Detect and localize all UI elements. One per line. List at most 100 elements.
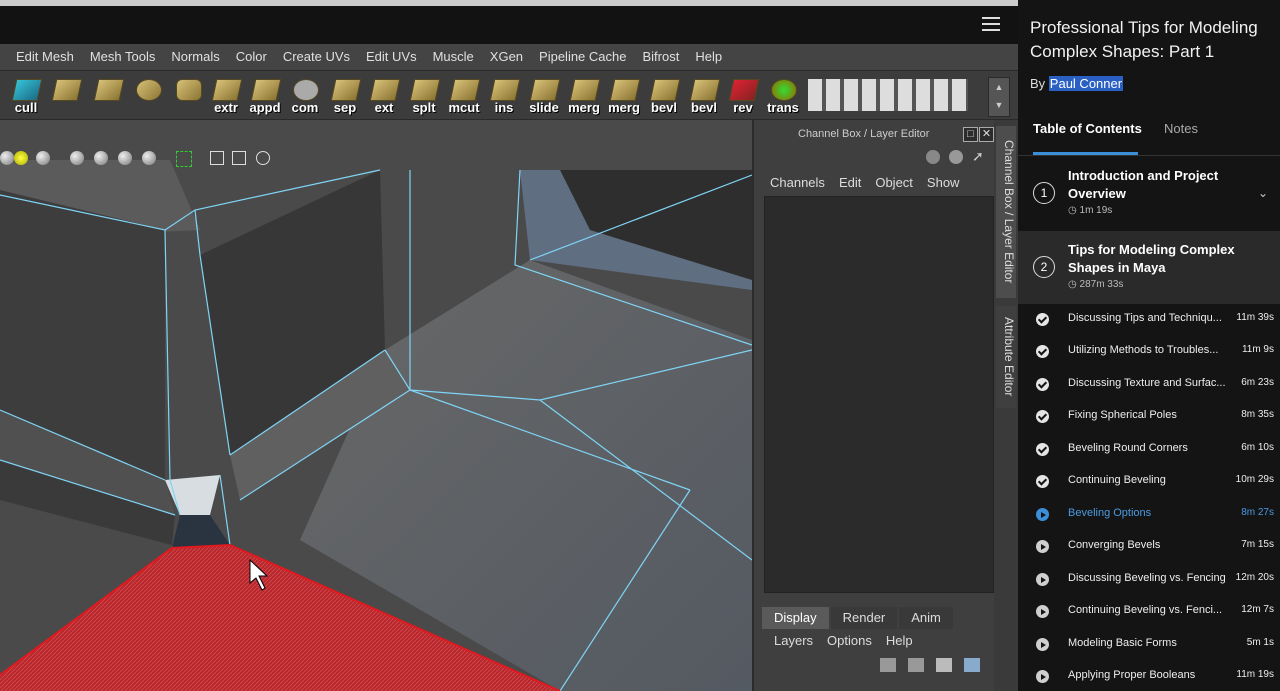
menu-help[interactable]: Help (695, 49, 722, 64)
clip-item[interactable]: Utilizing Methods to Troubles... 11m 9s (1018, 337, 1280, 369)
menu-create-uvs[interactable]: Create UVs (283, 49, 350, 64)
float-icon[interactable]: □ (963, 127, 978, 142)
shelf-tool-bevl[interactable]: bevl (646, 75, 682, 115)
menu-edit-uvs[interactable]: Edit UVs (366, 49, 417, 64)
clip-item[interactable]: Discussing Beveling vs. Fencing 12m 20s (1018, 565, 1280, 597)
clip-item[interactable]: Converging Bevels 7m 15s (1018, 532, 1280, 564)
menu-pipeline-cache[interactable]: Pipeline Cache (539, 49, 626, 64)
transfer-icon (771, 79, 797, 101)
shelf-tool-cull[interactable]: cull (8, 75, 44, 115)
share-icon[interactable] (256, 151, 270, 165)
clip-item[interactable]: Discussing Tips and Techniqu... 11m 39s (1018, 305, 1280, 337)
shelf-tool-plane[interactable] (48, 75, 84, 115)
module-1[interactable]: 1 Introduction and Project Overview ◷ 1m… (1018, 158, 1280, 230)
menu-object[interactable]: Object (875, 175, 913, 190)
check-icon (1036, 410, 1049, 423)
video-player[interactable]: Edit Mesh Mesh Tools Normals Color Creat… (0, 0, 1018, 691)
shelf-tool-appd[interactable]: appd (247, 75, 283, 115)
tab-channel-box[interactable]: Channel Box / Layer Editor (996, 126, 1016, 298)
shelf-tool-ext[interactable]: ext (366, 75, 402, 115)
clip-item[interactable]: Beveling Round Corners 6m 10s (1018, 435, 1280, 467)
aa-icon[interactable] (142, 151, 156, 165)
clip-item[interactable]: Continuing Beveling vs. Fenci... 12m 7s (1018, 597, 1280, 629)
clip-item-current[interactable]: Beveling Options 8m 27s (1018, 500, 1280, 532)
new-layer-selected-icon[interactable] (964, 658, 980, 672)
shelf-tool-cube[interactable] (90, 75, 126, 115)
menu-layer-help[interactable]: Help (886, 633, 913, 648)
module-number: 2 (1033, 256, 1055, 278)
shading-icon[interactable] (0, 151, 14, 165)
menu-icon[interactable] (982, 17, 1000, 33)
menu-show[interactable]: Show (927, 175, 960, 190)
xray-icon[interactable] (210, 151, 224, 165)
shelf-scroll[interactable]: ▲ ▼ (988, 77, 1010, 117)
shadow-icon[interactable] (70, 151, 84, 165)
tab-render[interactable]: Render (830, 607, 898, 629)
tab-anim[interactable]: Anim (899, 607, 953, 629)
side-tabs: Channel Box / Layer Editor Attribute Edi… (994, 120, 1018, 691)
display-icon[interactable] (949, 150, 963, 164)
menu-mesh-tools[interactable]: Mesh Tools (90, 49, 156, 64)
split-icon (409, 79, 441, 101)
clip-item[interactable]: Fixing Spherical Poles 8m 35s (1018, 402, 1280, 434)
light-icon[interactable] (14, 151, 28, 165)
menu-options[interactable]: Options (827, 633, 872, 648)
tab-table-of-contents[interactable]: Table of Contents (1033, 121, 1142, 136)
wireframe-icon[interactable] (232, 151, 246, 165)
module-number: 1 (1033, 182, 1055, 204)
channel-list[interactable] (764, 196, 994, 593)
shelf-tool-trans[interactable]: trans (765, 75, 801, 115)
menu-color[interactable]: Color (236, 49, 267, 64)
menu-edit[interactable]: Edit (839, 175, 861, 190)
shelf-tool-splt[interactable]: splt (406, 75, 442, 115)
viewport-toolbar (0, 147, 280, 171)
shelf-tool-sphere[interactable] (130, 75, 166, 115)
menu-normals[interactable]: Normals (171, 49, 219, 64)
motion-blur-icon[interactable] (118, 151, 132, 165)
combine-icon (293, 79, 319, 101)
shelf-tool-merg[interactable]: merg (566, 75, 602, 115)
merge-icon (569, 79, 601, 101)
layer-up-icon[interactable] (880, 658, 896, 672)
shelf-tool-slide[interactable]: slide (526, 75, 562, 115)
menu-channels[interactable]: Channels (770, 175, 825, 190)
clip-item[interactable]: Discussing Texture and Surfac... 6m 23s (1018, 370, 1280, 402)
sphere-shading-icon[interactable] (36, 151, 50, 165)
tab-display[interactable]: Display (762, 607, 829, 629)
chevron-down-icon[interactable]: ⌄ (1258, 186, 1268, 200)
shelf-tool-mcut[interactable]: mcut (446, 75, 482, 115)
toggle-icon[interactable] (926, 150, 940, 164)
menu-layers[interactable]: Layers (774, 633, 813, 648)
close-icon[interactable]: ✕ (979, 127, 994, 142)
shelf-tool-ins[interactable]: ins (486, 75, 522, 115)
shelf-tool-bevl-2[interactable]: bevl (686, 75, 722, 115)
shelf-tool-merg-2[interactable]: merg (606, 75, 642, 115)
scroll-up-icon[interactable]: ▲ (989, 78, 1009, 96)
clip-item[interactable]: Modeling Basic Forms 5m 1s (1018, 630, 1280, 662)
shelf-tool-com[interactable]: com (287, 75, 323, 115)
menu-bifrost[interactable]: Bifrost (642, 49, 679, 64)
shelf-tool-rev[interactable]: rev (725, 75, 761, 115)
new-layer-icon[interactable] (936, 658, 952, 672)
shelf-tool-extr[interactable]: extr (208, 75, 244, 115)
active-tab-indicator (1033, 152, 1138, 155)
author-link[interactable]: Paul Conner (1048, 76, 1124, 91)
pin-icon[interactable]: ➚ (972, 148, 984, 165)
scroll-down-icon[interactable]: ▼ (989, 96, 1009, 114)
menu-xgen[interactable]: XGen (490, 49, 523, 64)
ao-icon[interactable] (94, 151, 108, 165)
viewport-3d[interactable] (0, 120, 753, 691)
shelf-tool-sep[interactable]: sep (327, 75, 363, 115)
menu-edit-mesh[interactable]: Edit Mesh (16, 49, 74, 64)
shelf-uv-tools-icons[interactable] (808, 79, 968, 111)
clip-item[interactable]: Continuing Beveling 10m 29s (1018, 467, 1280, 499)
isolate-select-icon[interactable] (176, 151, 192, 167)
tab-notes[interactable]: Notes (1164, 121, 1198, 136)
module-2[interactable]: 2 Tips for Modeling Complex Shapes in Ma… (1018, 231, 1280, 304)
menu-muscle[interactable]: Muscle (433, 49, 474, 64)
layer-down-icon[interactable] (908, 658, 924, 672)
shelf-tool-cylinder[interactable] (170, 75, 206, 115)
course-panel: Professional Tips for Modeling Complex S… (1018, 0, 1280, 691)
tab-attribute-editor[interactable]: Attribute Editor (996, 306, 1016, 408)
clip-item[interactable]: Applying Proper Booleans 11m 19s (1018, 662, 1280, 691)
